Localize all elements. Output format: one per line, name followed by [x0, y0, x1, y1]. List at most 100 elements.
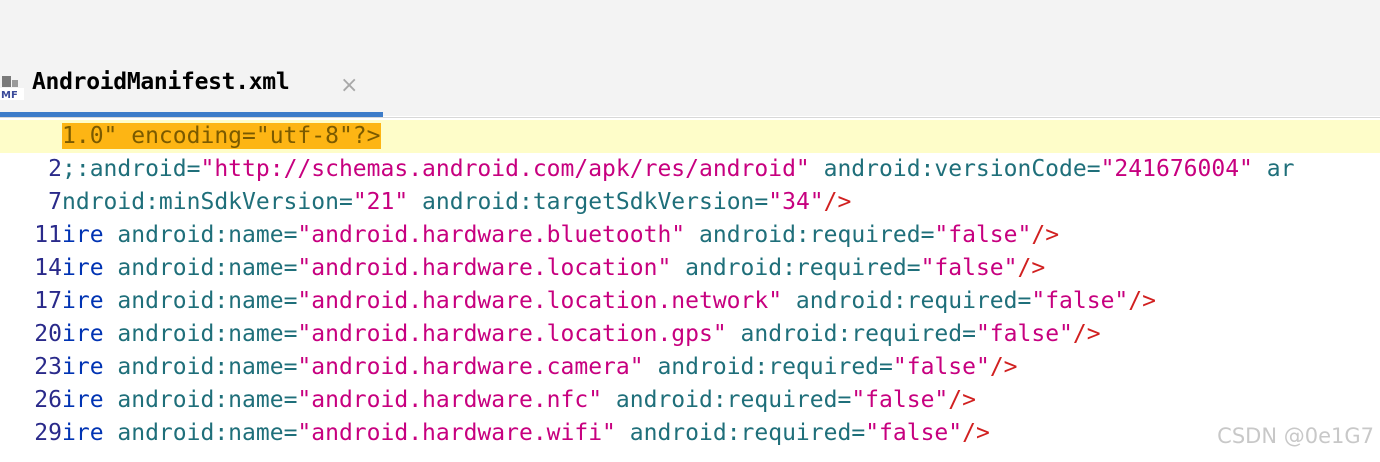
code-token: "false" [865, 420, 963, 446]
code-text: 1.0" encoding="utf-8"?> [62, 120, 381, 153]
code-token: android:targetSdkVersion [408, 189, 755, 215]
code-token: "android.hardware.nfc" [297, 387, 603, 413]
code-token: = [920, 222, 935, 248]
code-line[interactable]: 2 ;:android="http://schemas.android.com/a… [0, 153, 1380, 186]
code-token: android:required [602, 387, 838, 413]
code-token: = [851, 420, 866, 446]
code-token: "false" [1031, 288, 1129, 314]
line-number: 7 [48, 189, 62, 215]
code-token: android:name [103, 387, 284, 413]
code-token: /> [1017, 255, 1046, 281]
code-token: = [962, 321, 976, 347]
code-token: "34" [768, 189, 824, 215]
code-token: = [283, 420, 298, 446]
code-token: android:required [671, 255, 907, 281]
code-token: = [283, 288, 298, 314]
code-token: android:name [103, 255, 284, 281]
code-token: /> [1128, 288, 1156, 314]
code-token: = [283, 321, 298, 347]
code-token: "false" [920, 255, 1018, 281]
code-token: "android.hardware.location" [297, 255, 672, 281]
current-line[interactable]: 1.0" encoding="utf-8"?> [0, 120, 1380, 153]
code-token: = [283, 354, 298, 380]
code-token: = [283, 222, 298, 248]
code-line[interactable]: 11 ire android:name="android.hardware.blu… [0, 219, 1380, 252]
code-token: = [283, 387, 298, 413]
code-token: ire [62, 321, 104, 347]
code-token: android:name [103, 288, 284, 314]
code-line[interactable]: 26 ire android:name="android.hardware.nfc… [0, 384, 1380, 417]
code-token: android:versionCode [809, 156, 1087, 182]
code-token: "android.hardware.location.gps" [297, 321, 727, 347]
file-icon-label: MF [1, 90, 18, 100]
code-token: android:required [782, 288, 1018, 314]
code-token: ire [62, 420, 104, 446]
watermark: CSDN @0e1G7 [1217, 424, 1374, 448]
code-token: = [1086, 156, 1101, 182]
code-line[interactable]: 14 ire android:name = "android.hardware.loc… [0, 252, 1380, 285]
code-text: ire android:name="android.hardware.wifi"… [62, 417, 990, 450]
code-token: android:required [643, 354, 880, 380]
code-token: android:name [103, 321, 284, 347]
code-line[interactable]: 17 ire android:name="android.hardware.loc… [0, 285, 1380, 318]
code-token: android:required [726, 321, 963, 347]
line-number: 23 [34, 354, 62, 380]
code-token: ndroid:minSdkVersion [62, 189, 339, 215]
code-token: android:name [103, 354, 284, 380]
code-text: ire android:name="android.hardware.bluet… [62, 219, 1059, 252]
code-line[interactable]: 29 ire android:name="android.hardware.wif… [0, 417, 1380, 450]
code-token: = [879, 354, 893, 380]
tab-title: AndroidManifest.xml [32, 69, 290, 95]
code-token: /> [1072, 321, 1101, 347]
search-highlight: 1.0" encoding="utf-8"?> [62, 123, 381, 149]
code-token: "android.hardware.location.network" [297, 288, 783, 314]
code-token: = [186, 156, 201, 182]
line-number: 14 [34, 255, 62, 281]
code-token: "http://schemas.android.com/apk/res/andr… [200, 156, 810, 182]
code-token: "false" [975, 321, 1073, 347]
code-text: ire android:name="android.hardware.locat… [62, 318, 1101, 351]
code-text: ndroid:minSdkVersion="21" android:target… [62, 186, 851, 219]
code-text: ire android:name="android.hardware.locat… [62, 285, 1156, 318]
code-token: "false" [851, 387, 949, 413]
code-token: android:name [103, 420, 284, 446]
code-token: ire [62, 222, 104, 248]
code-token: = [906, 255, 921, 281]
code-token: ire [62, 288, 104, 314]
code-token: = [1017, 288, 1032, 314]
line-number: 2 [48, 156, 62, 182]
code-line[interactable]: 23 ire android:name="android.hardware.cam… [0, 351, 1380, 384]
code-token: /> [962, 420, 990, 446]
line-number: 29 [34, 420, 62, 446]
code-editor[interactable]: 1.0" encoding="utf-8"?> 2 ;:android="http:… [0, 118, 1380, 462]
code-token: ire [62, 387, 104, 413]
code-token: "21" [352, 189, 409, 215]
code-token: /> [823, 189, 852, 215]
code-line[interactable]: 20 ire android:name="android.hardware.loc… [0, 318, 1380, 351]
code-token: ire [62, 255, 104, 281]
code-token: "android.hardware.camera" [297, 354, 644, 380]
code-line[interactable]: 7 ndroid:minSdkVersion="21" android:targe… [0, 186, 1380, 219]
close-icon[interactable]: × [340, 73, 358, 98]
code-token: "false" [892, 354, 990, 380]
line-number: 17 [34, 288, 62, 314]
code-token: "241676004" [1100, 156, 1253, 182]
code-token: = [338, 189, 353, 215]
code-token: /> [989, 354, 1018, 380]
code-token: "android.hardware.bluetooth" [297, 222, 686, 248]
code-token: ire [62, 354, 104, 380]
code-token: /> [1031, 222, 1060, 248]
code-token: "android.hardware.wifi" [297, 420, 616, 446]
android-manifest-file-icon: MF [0, 76, 24, 100]
code-token: "false" [934, 222, 1032, 248]
code-token: android:required [615, 420, 852, 446]
code-text: ire android:name = "android.hardware.locat… [62, 252, 1045, 285]
code-text: ;:android="http://schemas.android.com/ap… [62, 153, 1294, 186]
line-number: 11 [34, 222, 62, 248]
code-text: ire android:name="android.hardware.nfc" … [62, 384, 976, 417]
code-token: ar [1252, 156, 1295, 182]
code-token: = [754, 189, 769, 215]
code-token: ;:android [62, 156, 187, 182]
code-text: ire android:name="android.hardware.camer… [62, 351, 1018, 384]
line-number: 26 [34, 387, 62, 413]
